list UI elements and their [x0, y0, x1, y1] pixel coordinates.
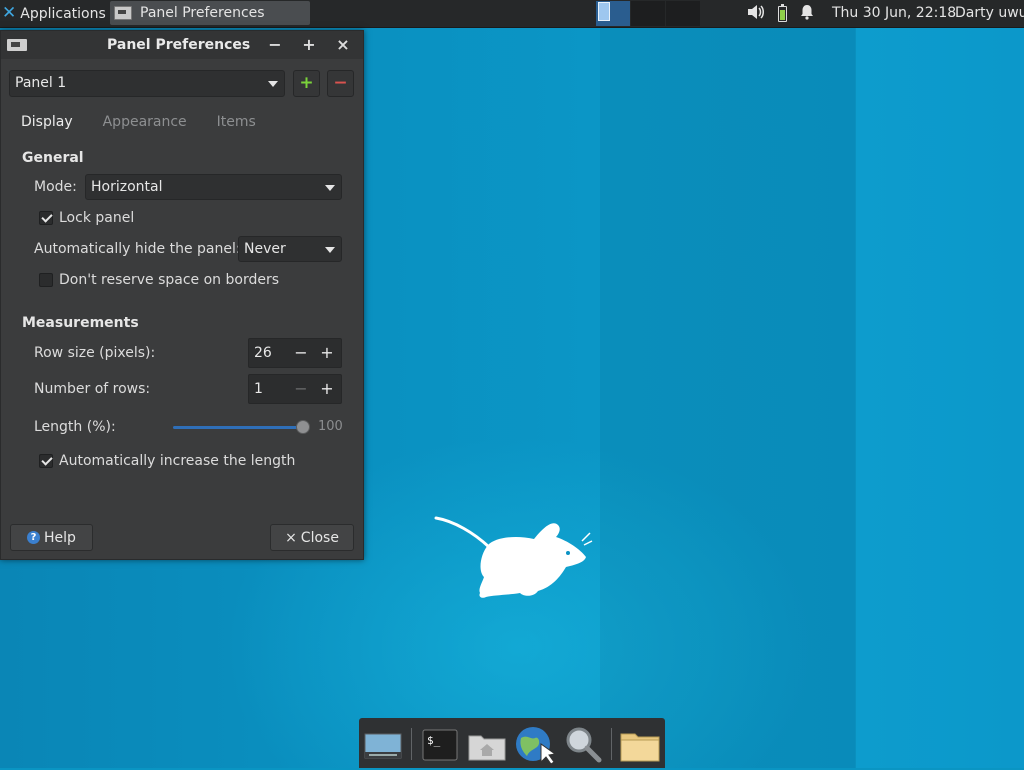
- close-button-label: Close: [300, 529, 339, 546]
- help-button-label: Help: [44, 529, 76, 546]
- close-button[interactable]: × Close: [270, 524, 354, 551]
- checkbox-checked-icon[interactable]: [39, 211, 53, 225]
- dialog-title: Panel Preferences: [107, 37, 251, 53]
- add-panel-button[interactable]: +: [293, 70, 320, 97]
- length-slider-track[interactable]: [173, 426, 303, 429]
- xfce-logo-icon: ✕: [2, 3, 17, 23]
- file-manager-icon[interactable]: [619, 726, 660, 764]
- rows-increment-button[interactable]: +: [319, 375, 335, 403]
- applications-label: Applications: [20, 5, 106, 22]
- notification-bell-icon[interactable]: [800, 4, 814, 24]
- reserve-space-checkbox[interactable]: Don't reserve space on borders: [39, 272, 279, 288]
- tab-bar: Display Appearance Items: [21, 114, 286, 130]
- close-window-button[interactable]: ×: [332, 31, 354, 59]
- rows-label: Number of rows:: [34, 381, 151, 397]
- measurements-heading: Measurements: [22, 315, 139, 331]
- close-icon: ×: [285, 529, 297, 546]
- minimize-button[interactable]: −: [264, 31, 286, 59]
- autohide-label: Automatically hide the panel:: [34, 241, 241, 257]
- chevron-down-icon: [268, 81, 278, 87]
- panel-select-dropdown[interactable]: Panel 1: [9, 70, 285, 97]
- autohide-value: Never: [244, 241, 286, 257]
- mode-label: Mode:: [34, 179, 77, 195]
- panel-preferences-dialog: Panel Preferences − + × Panel 1 + − Disp…: [0, 30, 364, 560]
- maximize-button[interactable]: +: [298, 31, 320, 59]
- terminal-icon[interactable]: $_: [421, 726, 461, 764]
- web-browser-icon[interactable]: [513, 726, 557, 765]
- tab-items[interactable]: Items: [217, 114, 256, 130]
- help-button[interactable]: ? Help: [10, 524, 93, 551]
- app-finder-icon[interactable]: [563, 726, 603, 764]
- general-heading: General: [22, 150, 84, 166]
- show-desktop-icon[interactable]: [363, 726, 403, 764]
- panel-select-value: Panel 1: [15, 75, 67, 91]
- volume-icon[interactable]: [747, 4, 765, 24]
- row-size-increment-button[interactable]: +: [319, 339, 335, 367]
- workspace-3[interactable]: [666, 1, 700, 26]
- taskbar-button-label: Panel Preferences: [140, 5, 265, 21]
- length-value: 100: [318, 419, 343, 434]
- battery-icon[interactable]: [778, 3, 787, 22]
- reserve-space-label: Don't reserve space on borders: [59, 272, 280, 288]
- window-menu-icon[interactable]: [7, 39, 27, 51]
- chevron-down-icon: [325, 185, 335, 191]
- window-icon: [114, 6, 132, 20]
- length-slider-handle[interactable]: [296, 420, 310, 434]
- row-size-value[interactable]: 26: [254, 339, 272, 367]
- row-size-label: Row size (pixels):: [34, 345, 156, 361]
- rows-decrement-button[interactable]: −: [293, 375, 309, 403]
- workspace-1[interactable]: [596, 1, 630, 26]
- length-label: Length (%):: [34, 419, 116, 435]
- help-icon: ?: [27, 531, 41, 544]
- auto-length-label: Automatically increase the length: [59, 453, 296, 469]
- rows-spinner[interactable]: 1 − +: [248, 374, 342, 404]
- xfce-mouse-logo-icon: [434, 516, 593, 598]
- lock-panel-checkbox[interactable]: Lock panel: [39, 210, 134, 226]
- top-panel: ✕ Applications ⋮ Panel Preferences Thu 3…: [0, 0, 1024, 28]
- home-folder-icon[interactable]: [467, 726, 507, 764]
- autohide-dropdown[interactable]: Never: [238, 236, 342, 262]
- applications-menu[interactable]: ✕ Applications ⋮: [2, 0, 124, 27]
- remove-panel-button[interactable]: −: [327, 70, 354, 97]
- user-menu[interactable]: Darty uwu: [955, 0, 1024, 27]
- row-size-spinner[interactable]: 26 − +: [248, 338, 342, 368]
- system-tray: [747, 0, 814, 27]
- tab-display[interactable]: Display: [21, 114, 73, 130]
- auto-length-checkbox[interactable]: Automatically increase the length: [39, 453, 295, 469]
- workspace-2[interactable]: [631, 1, 665, 26]
- taskbar-button-panel-preferences[interactable]: Panel Preferences: [110, 1, 310, 25]
- mode-value: Horizontal: [91, 179, 163, 195]
- dock-separator: [611, 728, 612, 760]
- row-size-decrement-button[interactable]: −: [293, 339, 309, 367]
- terminal-prompt-text: $_: [427, 734, 441, 747]
- dock-separator: [411, 728, 412, 760]
- lock-panel-label: Lock panel: [59, 210, 135, 226]
- tab-appearance[interactable]: Appearance: [103, 114, 187, 130]
- chevron-down-icon: [325, 247, 335, 253]
- dialog-titlebar[interactable]: Panel Preferences − + ×: [1, 31, 363, 59]
- rows-value[interactable]: 1: [254, 375, 263, 403]
- checkbox-checked-icon[interactable]: [39, 454, 53, 468]
- workspace-switcher[interactable]: [596, 1, 701, 26]
- clock[interactable]: Thu 30 Jun, 22:18: [832, 0, 956, 27]
- mode-dropdown[interactable]: Horizontal: [85, 174, 342, 200]
- checkbox-unchecked-icon[interactable]: [39, 273, 53, 287]
- bottom-dock: $_: [359, 718, 665, 768]
